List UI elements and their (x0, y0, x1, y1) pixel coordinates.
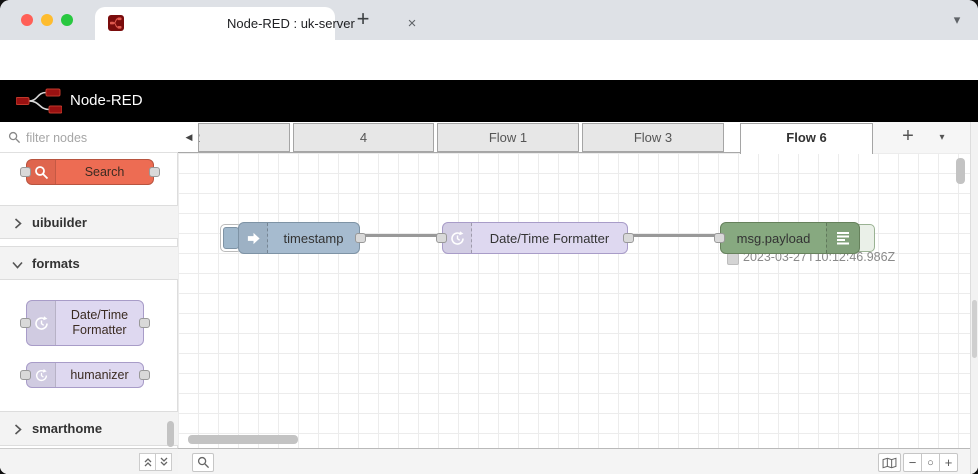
splitter-scrollbar[interactable] (972, 300, 977, 358)
timer-node-icon (443, 223, 472, 253)
node-label: msg.payload (736, 230, 811, 246)
wire[interactable] (357, 234, 443, 237)
node-input-port[interactable] (436, 233, 447, 243)
node-input-port[interactable] (20, 167, 31, 177)
collapse-all-button[interactable] (139, 453, 156, 471)
flow-tab[interactable]: Flow 3 (582, 123, 724, 152)
tab-scroll-left-button[interactable]: ◀ (180, 122, 198, 153)
node-timestamp[interactable]: timestamp (238, 222, 366, 254)
category-label: uibuilder (32, 215, 87, 230)
navigator-map-button[interactable] (878, 453, 901, 472)
palette-category-formats[interactable]: formats (0, 246, 178, 280)
add-flow-button[interactable]: + (893, 122, 923, 153)
node-label: Date/Time Formatter (489, 230, 610, 246)
filter-search-icon (8, 131, 21, 144)
timer-node-icon (27, 363, 56, 387)
palette-node-search[interactable]: Search (20, 159, 160, 185)
canvas-horizontal-scrollbar[interactable] (188, 435, 298, 444)
palette-node-label: Date/Time Formatter (70, 308, 129, 337)
browser-tab-title: Node-RED : uk-server (227, 16, 355, 31)
expand-all-button[interactable] (155, 453, 172, 471)
flow-tab-clipped[interactable]: 2 (198, 123, 290, 152)
palette-filter-input[interactable] (24, 127, 168, 149)
palette-sidebar: Search uibuilder formats Date/Time Forma… (0, 122, 178, 474)
node-label: timestamp (283, 230, 344, 246)
palette-filter-row (0, 122, 178, 153)
debug-node-icon (826, 223, 859, 253)
palette-category-uibuilder[interactable]: uibuilder (0, 205, 178, 239)
flow-tab[interactable]: 4 (293, 123, 434, 152)
node-input-port[interactable] (714, 233, 725, 243)
browser-toolbar: ← → Not Secure uk-server:2718/#flow/cd14… (0, 40, 978, 114)
canvas-search-button[interactable] (192, 453, 214, 472)
node-output-port[interactable] (355, 233, 366, 243)
zoom-out-button[interactable]: − (903, 453, 922, 472)
flow-tab-label: Flow 6 (786, 130, 827, 145)
browser-tabstrip: Node-RED : uk-server × + ▾ (0, 0, 978, 40)
sidebar-splitter[interactable] (970, 122, 978, 474)
node-output-port[interactable] (139, 370, 150, 380)
inject-node-icon (239, 223, 268, 253)
timer-node-icon (27, 301, 56, 345)
nodered-header: Node-RED Deploy ▾ (0, 80, 978, 195)
palette-footer (0, 448, 178, 474)
browser-tab[interactable]: Node-RED : uk-server × (95, 7, 416, 40)
traffic-close-button[interactable] (21, 14, 33, 26)
flow-tab-label: Flow 3 (633, 130, 673, 145)
flow-tab-label: Flow 1 (488, 130, 528, 145)
chevron-right-icon (14, 424, 22, 435)
palette-node-label: humanizer (70, 367, 129, 382)
canvas-footer: − ○ + (178, 448, 970, 474)
palette-node-label: Search (84, 164, 125, 179)
chevron-right-icon (14, 218, 22, 229)
node-input-port[interactable] (20, 370, 31, 380)
nodered-logo-icon (16, 88, 62, 114)
canvas-vertical-scrollbar[interactable] (956, 158, 965, 184)
palette-scrollbar[interactable] (167, 421, 174, 447)
flow-tab-label: 4 (359, 130, 368, 145)
flow-tab[interactable]: Flow 1 (437, 123, 579, 152)
traffic-minimize-button[interactable] (41, 14, 53, 26)
palette-node-humanizer[interactable]: humanizer (20, 362, 150, 388)
app-title: Node-RED (70, 92, 143, 109)
node-output-port[interactable] (623, 233, 634, 243)
node-input-port[interactable] (20, 318, 31, 328)
palette-category-smarthome[interactable]: smarthome (0, 411, 178, 446)
category-label: smarthome (32, 421, 103, 436)
node-status-icon (727, 253, 739, 265)
flow-list-caret-icon[interactable]: ▾ (930, 122, 954, 153)
flow-tabstrip: ◀ 2 4 Flow 1 Flow 3 Flow 6 + ▾ (178, 122, 970, 154)
zoom-in-button[interactable]: + (939, 453, 958, 472)
chevron-down-icon (12, 261, 23, 269)
flow-tab-active[interactable]: Flow 6 (740, 123, 873, 154)
node-msg-payload-debug[interactable]: msg.payload (714, 222, 860, 254)
traffic-zoom-button[interactable] (61, 14, 73, 26)
palette-node-datetime-formatter[interactable]: Date/Time Formatter (20, 300, 150, 346)
search-node-icon (27, 160, 56, 184)
browser-window: Node-RED : uk-server × + ▾ ← → Not Secur… (0, 0, 978, 474)
nodered-favicon-icon (108, 15, 124, 31)
flow-canvas[interactable]: timestamp Date/Time Formatter msg.payloa… (178, 153, 970, 448)
node-datetime-formatter[interactable]: Date/Time Formatter (436, 222, 634, 254)
tab-search-chevron-icon[interactable]: ▾ (945, 8, 969, 32)
wire[interactable] (626, 234, 722, 237)
tab-close-icon[interactable]: × (400, 7, 424, 40)
new-tab-button[interactable]: + (348, 4, 378, 36)
flow-tab-label: 2 (199, 124, 200, 151)
zoom-reset-button[interactable]: ○ (921, 453, 940, 472)
node-output-port[interactable] (139, 318, 150, 328)
node-output-port[interactable] (149, 167, 160, 177)
category-label: formats (32, 256, 80, 271)
